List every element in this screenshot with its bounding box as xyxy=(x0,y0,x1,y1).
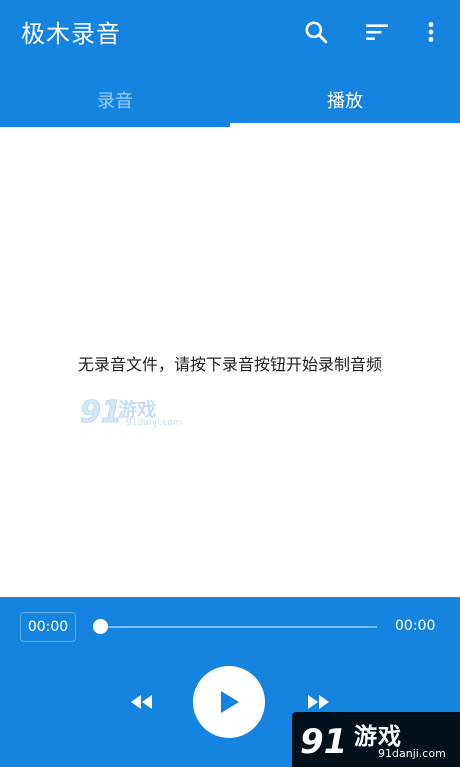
search-icon xyxy=(305,21,328,44)
sort-button[interactable] xyxy=(357,12,397,52)
seek-bar[interactable] xyxy=(93,619,377,634)
current-time: 00:00 xyxy=(20,612,76,642)
svg-text:91: 91 xyxy=(80,395,122,430)
corner-logo-text: 游戏 xyxy=(354,724,402,750)
play-icon xyxy=(221,691,239,713)
more-options-button[interactable] xyxy=(411,12,451,52)
app-title: 极木录音 xyxy=(21,20,121,48)
rewind-icon xyxy=(131,695,152,709)
watermark-sub: 91danji.com xyxy=(126,418,182,428)
empty-state-message: 无录音文件，请按下录音按钮开始录制音频 xyxy=(77,355,382,374)
recordings-list-area: 无录音文件，请按下录音按钮开始录制音频 91 游戏 91danji.com xyxy=(0,127,460,597)
tab-bar: 录音 播放 xyxy=(0,72,460,127)
rewind-button[interactable] xyxy=(122,687,162,717)
seek-thumb[interactable] xyxy=(93,619,108,634)
app-root: 极木录音 录音 播放 无录音文件，请按下录音按钮开始录制音频 91 游戏 91d… xyxy=(0,0,460,767)
svg-text:91: 91 xyxy=(300,722,347,762)
tab-record[interactable]: 录音 xyxy=(0,72,230,127)
tab-playback[interactable]: 播放 xyxy=(230,72,460,127)
sort-icon xyxy=(366,24,388,41)
total-time: 00:00 xyxy=(395,618,436,634)
fast-forward-icon xyxy=(308,695,329,709)
corner-logo-sub: 91danji.com xyxy=(378,747,446,760)
tab-record-label: 录音 xyxy=(97,90,133,112)
corner-logo: 91 游戏 91danji.com xyxy=(292,712,460,767)
app-bar: 极木录音 录音 播放 xyxy=(0,0,460,127)
tab-playback-label: 播放 xyxy=(327,90,363,112)
corner-91-icon: 91 xyxy=(300,722,347,762)
search-button[interactable] xyxy=(296,12,336,52)
watermark-logo: 91 游戏 91danji.com xyxy=(80,390,182,432)
play-button[interactable] xyxy=(193,666,265,738)
more-vert-icon xyxy=(428,22,434,42)
